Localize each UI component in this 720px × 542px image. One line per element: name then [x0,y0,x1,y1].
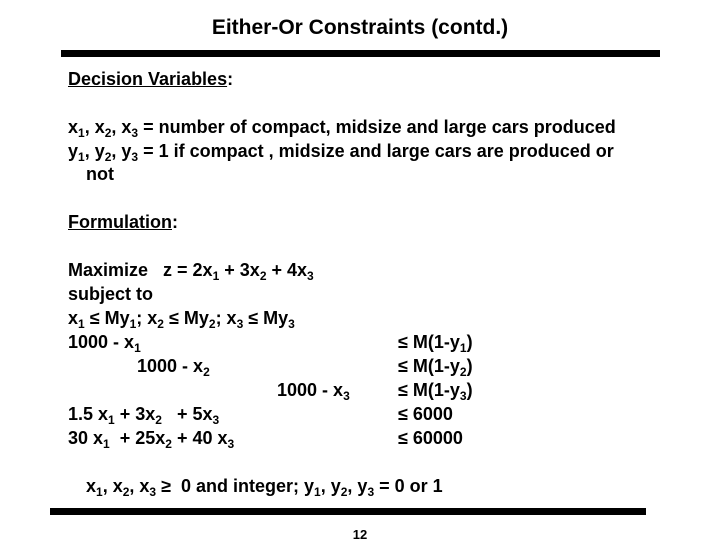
y-variables-definition: y1, y2, y3 = 1 if compact , midsize and … [68,141,614,164]
either-or-rhs-2: ≤ M(1-y2) [398,356,473,379]
decision-variables-heading: Decision Variables: [68,68,233,90]
bottom-divider [50,508,646,515]
either-or-lhs-3: 1000 - x3 [277,380,350,403]
heading-colon: : [227,69,234,89]
formulation-heading: Formulation: [68,211,178,233]
y-variables-definition-cont: not [86,164,114,184]
slide-title: Either-Or Constraints (contd.) [211,16,509,39]
resource-constraint-2-rhs: ≤ 60000 [398,428,463,448]
either-or-lhs-2: 1000 - x2 [137,356,210,379]
subject-to-label: subject to [68,284,154,304]
either-or-lhs-1: 1000 - x1 [68,332,141,355]
resource-constraint-2-lhs: 30 x1 + 25x2 + 40 x3 [68,428,235,451]
heading-colon: : [172,212,178,232]
decision-variables-heading-text: Decision Variables [68,69,228,89]
linking-constraints: x1 ≤ My1; x2 ≤ My2; x3 ≤ My3 [68,308,295,331]
resource-constraint-1-lhs: 1.5 x1 + 3x2 + 5x3 [68,404,220,427]
objective-function: Maximize z = 2x1 + 3x2 + 4x3 [68,260,314,283]
either-or-rhs-1: ≤ M(1-y1) [398,332,473,355]
resource-constraint-1-rhs: ≤ 6000 [398,404,453,424]
top-divider [61,50,660,57]
domain-constraints: x1, x2, x3 ≥ 0 and integer; y1, y2, y3 =… [86,476,443,499]
either-or-rhs-3: ≤ M(1-y3) [398,380,473,403]
formulation-heading-text: Formulation [68,212,172,232]
x-variables-definition: x1, x2, x3 = number of compact, midsize … [68,117,616,140]
